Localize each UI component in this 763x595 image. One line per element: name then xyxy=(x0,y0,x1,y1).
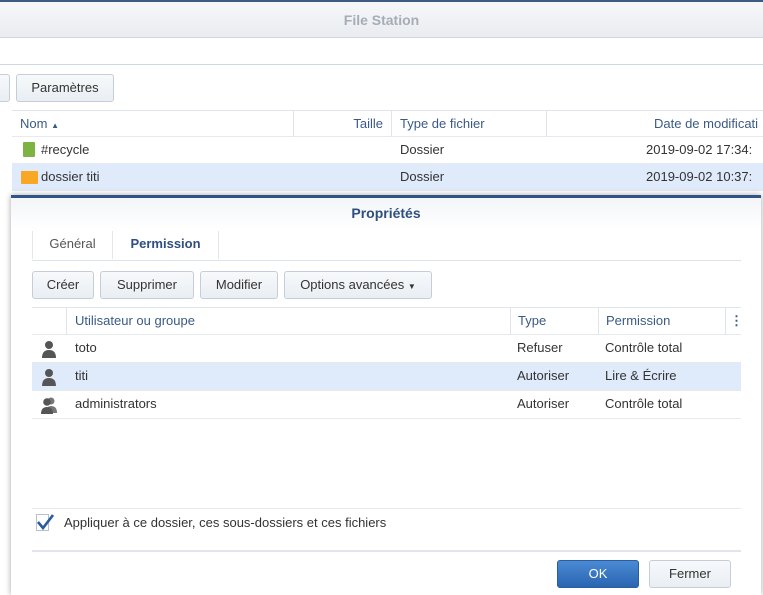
checkmark-icon xyxy=(37,514,54,531)
folder-icon xyxy=(21,171,38,184)
column-type[interactable]: Type de fichier xyxy=(400,111,485,137)
delete-button[interactable]: Supprimer xyxy=(100,271,194,299)
window-title: File Station xyxy=(343,12,420,28)
file-row[interactable]: dossier titi Dossier 2019-09-02 10:37: xyxy=(12,164,763,191)
column-date[interactable]: Date de modificati xyxy=(654,111,758,137)
column-name[interactable]: Nom ▲ xyxy=(20,111,59,139)
create-button[interactable]: Créer xyxy=(32,271,94,299)
user-icon xyxy=(42,341,56,358)
column-user[interactable]: Utilisateur ou groupe xyxy=(75,308,195,334)
column-permission[interactable]: Permission xyxy=(606,308,670,334)
settings-button[interactable]: Paramètres xyxy=(16,74,114,102)
caret-down-icon: ▼ xyxy=(407,282,416,291)
tab-general[interactable]: Général xyxy=(33,231,112,259)
user-icon xyxy=(42,369,56,386)
permission-table-header: Utilisateur ou groupe Type Permission ⋮ xyxy=(32,307,743,335)
apply-recursive-checkbox[interactable] xyxy=(36,514,54,531)
sort-asc-icon: ▲ xyxy=(51,121,59,130)
permission-row[interactable]: toto Refuser Contrôle total xyxy=(32,335,741,363)
advanced-options-button[interactable]: Options avancées ▼ xyxy=(284,271,432,299)
column-type[interactable]: Type xyxy=(518,308,546,334)
permission-row[interactable]: administrators Autoriser Contrôle total xyxy=(32,391,741,419)
file-table-header: Nom ▲ Taille Type de fichier Date de mod… xyxy=(12,110,763,137)
address-bar xyxy=(0,38,763,65)
tab-permission[interactable]: Permission xyxy=(113,231,218,259)
apply-recursive-label[interactable]: Appliquer à ce dossier, ces sous-dossier… xyxy=(64,510,386,536)
tab-divider xyxy=(32,260,741,261)
toolbar-button-partial[interactable] xyxy=(0,74,10,102)
permission-row[interactable]: titi Autoriser Lire & Écrire xyxy=(32,363,741,391)
ok-button[interactable]: OK xyxy=(557,560,639,588)
column-menu-icon[interactable]: ⋮ xyxy=(730,308,743,334)
close-button[interactable]: Fermer xyxy=(649,560,731,588)
recycle-bin-icon xyxy=(23,142,35,157)
column-size[interactable]: Taille xyxy=(293,111,383,137)
properties-dialog: Propriétés Général Permission Créer Supp… xyxy=(11,195,761,595)
file-row[interactable]: #recycle Dossier 2019-09-02 17:34: xyxy=(12,137,763,164)
edit-button[interactable]: Modifier xyxy=(200,271,278,299)
dialog-title: Propriétés xyxy=(11,198,761,230)
window-title-bar: File Station xyxy=(0,0,763,38)
group-icon xyxy=(41,397,57,414)
